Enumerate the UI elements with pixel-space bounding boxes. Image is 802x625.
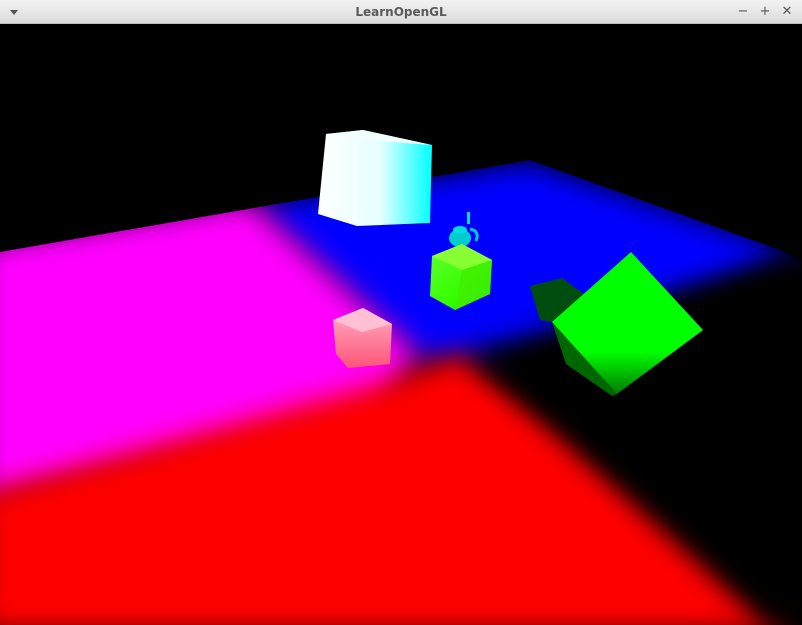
close-button[interactable]: ✕ bbox=[778, 3, 796, 21]
close-icon: ✕ bbox=[781, 4, 793, 19]
window-title: LearnOpenGL bbox=[355, 5, 447, 19]
title-bar[interactable]: LearnOpenGL − + ✕ bbox=[0, 0, 802, 24]
render-viewport[interactable] bbox=[0, 24, 802, 625]
scene-canvas bbox=[0, 130, 802, 625]
app-window: LearnOpenGL − + ✕ bbox=[0, 0, 802, 625]
maximize-icon: + bbox=[759, 4, 771, 19]
maximize-button[interactable]: + bbox=[756, 3, 774, 21]
white-cyan-cube bbox=[318, 130, 432, 226]
minimize-icon: − bbox=[737, 4, 749, 19]
minimize-button[interactable]: − bbox=[734, 3, 752, 21]
